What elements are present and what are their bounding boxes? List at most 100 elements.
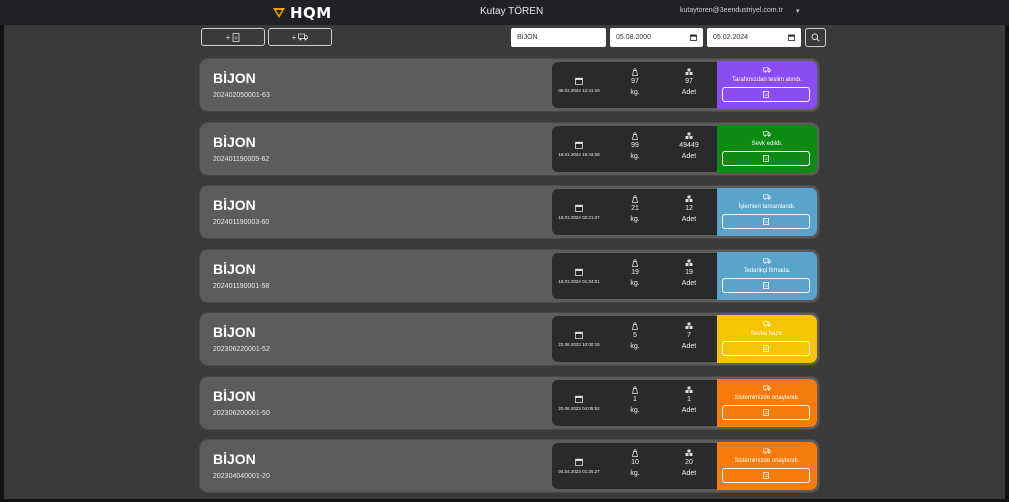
card-adet-unit: Adet (681, 470, 697, 477)
calendar-icon[interactable] (690, 34, 697, 41)
card-adet-unit: Adet (681, 152, 697, 160)
status-label: Sistemimizde onaylandı. (734, 394, 800, 401)
date-from-input[interactable]: 05.08.2000 (610, 28, 703, 47)
boxes-icon (685, 259, 693, 266)
card-date: 18.01.2024 01:34:01 (558, 278, 600, 284)
card-date: 20.06.2023 04:05:52 (558, 405, 600, 411)
card-date: 18.01.2024 02:21:47 (558, 215, 600, 220)
calendar-icon[interactable] (788, 34, 795, 41)
weight-stat: 1 kg. (620, 385, 650, 415)
document-button[interactable] (722, 87, 810, 102)
card-kg-unit: kg. (630, 470, 640, 477)
search-button[interactable] (805, 28, 826, 47)
document-button[interactable] (722, 404, 810, 420)
boxes-icon (685, 386, 693, 393)
card-kg: 10 (631, 459, 639, 466)
card-adet: 20 (685, 459, 693, 466)
card-title: BİJON (213, 324, 256, 340)
card-adet: 97 (685, 78, 693, 85)
card-code: 202306200001-50 (213, 409, 270, 417)
calendar-icon (575, 77, 583, 85)
document-button[interactable] (722, 277, 810, 293)
date-stat: 20.06.2023 04:05:52 (554, 395, 604, 413)
card-kg: 1 (633, 395, 637, 403)
document-button[interactable] (722, 150, 810, 166)
shipment-card[interactable]: BİJON 202304040001-20 04.04.2023 01:25:2… (200, 440, 819, 492)
card-adet: 19 (685, 268, 693, 276)
truck-icon (763, 194, 771, 200)
weight-icon (632, 258, 638, 267)
card-date: 22.06.2023 10:00:18 (558, 342, 600, 347)
search-input[interactable]: BİJON (511, 28, 606, 47)
truck-icon (763, 448, 771, 454)
card-kg: 97 (631, 78, 639, 85)
boxes-icon (685, 68, 693, 75)
quantity-stat: 19 Adet (674, 259, 704, 288)
document-icon (763, 218, 769, 225)
search-icon (811, 33, 820, 42)
card-adet: 49449 (679, 141, 699, 149)
card-adet-unit: Adet (681, 89, 697, 96)
truck-icon (298, 33, 309, 41)
card-kg-unit: kg. (630, 152, 640, 160)
chevron-down-icon[interactable]: ▾ (796, 7, 800, 15)
quantity-stat: 12 Adet (674, 195, 704, 224)
card-kg: 5 (633, 332, 637, 339)
card-adet: 1 (687, 395, 691, 403)
card-date: 05.02.2024 12:41:19 (558, 88, 600, 93)
weight-icon (632, 449, 638, 457)
card-code: 202401190003-60 (213, 219, 270, 226)
card-kg: 21 (631, 205, 639, 212)
document-button[interactable] (722, 214, 810, 229)
status-label: Sistemimizde onaylandı. (734, 458, 800, 464)
document-icon (763, 472, 769, 479)
card-code: 202401190001-58 (213, 282, 270, 290)
date-to-input[interactable]: 05.02.2024 (707, 28, 801, 47)
document-icon (763, 345, 769, 352)
plus-label: + (225, 32, 231, 42)
new-shipment-button[interactable]: + (268, 28, 332, 46)
weight-stat: 5 kg. (620, 322, 650, 351)
date-stat: 18.01.2024 01:34:01 (554, 268, 604, 286)
card-kg: 99 (631, 141, 639, 149)
new-document-button[interactable]: + (201, 28, 265, 46)
date-to-value: 05.02.2024 (713, 34, 749, 41)
status-panel: Tedarikçi firmada. (717, 251, 817, 300)
weight-stat: 21 kg. (620, 195, 650, 224)
shipment-card[interactable]: BİJON 202401190003-60 18.01.2024 02:21:4… (200, 186, 819, 238)
shipment-card[interactable]: BİJON 202306200001-50 20.06.2023 04:05:5… (200, 376, 819, 429)
card-title: BİJON (213, 387, 256, 404)
card-date: 04.04.2023 01:25:27 (558, 469, 600, 474)
truck-icon (763, 130, 771, 137)
document-button[interactable] (722, 341, 810, 356)
logo-text: HQM (290, 4, 332, 22)
boxes-icon (685, 322, 693, 329)
shipment-card[interactable]: BİJON 202401190001-58 18.01.2024 01:34:0… (200, 249, 819, 302)
card-adet-unit: Adet (681, 216, 697, 223)
card-kg-unit: kg. (630, 216, 640, 223)
document-icon (763, 281, 769, 289)
weight-stat: 97 kg. (620, 68, 650, 97)
shipment-card[interactable]: BİJON 202306220001-52 22.06.2023 10:00:1… (200, 313, 819, 365)
document-icon (763, 408, 769, 416)
calendar-icon (575, 141, 583, 149)
quantity-stat: 20 Adet (674, 449, 704, 478)
card-stats: 05.02.2024 12:41:19 97 kg. 97 Adet (552, 62, 717, 108)
shipment-card[interactable]: BİJON 202402050001-63 05.02.2024 12:41:1… (200, 59, 819, 111)
card-code: 202304040001-20 (213, 473, 270, 480)
card-title: BİJON (213, 133, 256, 150)
boxes-icon (685, 449, 693, 456)
user-email-menu[interactable]: kutaytoren@3eendustriyel.com.tr (680, 7, 783, 14)
quantity-stat: 97 Adet (674, 68, 704, 97)
boxes-icon (685, 132, 693, 139)
document-button[interactable] (722, 468, 810, 483)
logo[interactable]: HQM (272, 4, 332, 22)
weight-icon (632, 131, 638, 140)
card-stats: 18.01.2024 01:34:01 19 kg. 19 Adet (552, 252, 717, 299)
date-stat: 04.04.2023 01:25:27 (554, 458, 604, 476)
card-kg-unit: kg. (630, 406, 640, 414)
weight-stat: 10 kg. (620, 449, 650, 478)
shipment-card[interactable]: BİJON 202401190005-62 18.01.2024 15:44:0… (200, 122, 819, 175)
date-from-value: 05.08.2000 (616, 34, 652, 41)
quantity-stat: 7 Adet (674, 322, 704, 351)
